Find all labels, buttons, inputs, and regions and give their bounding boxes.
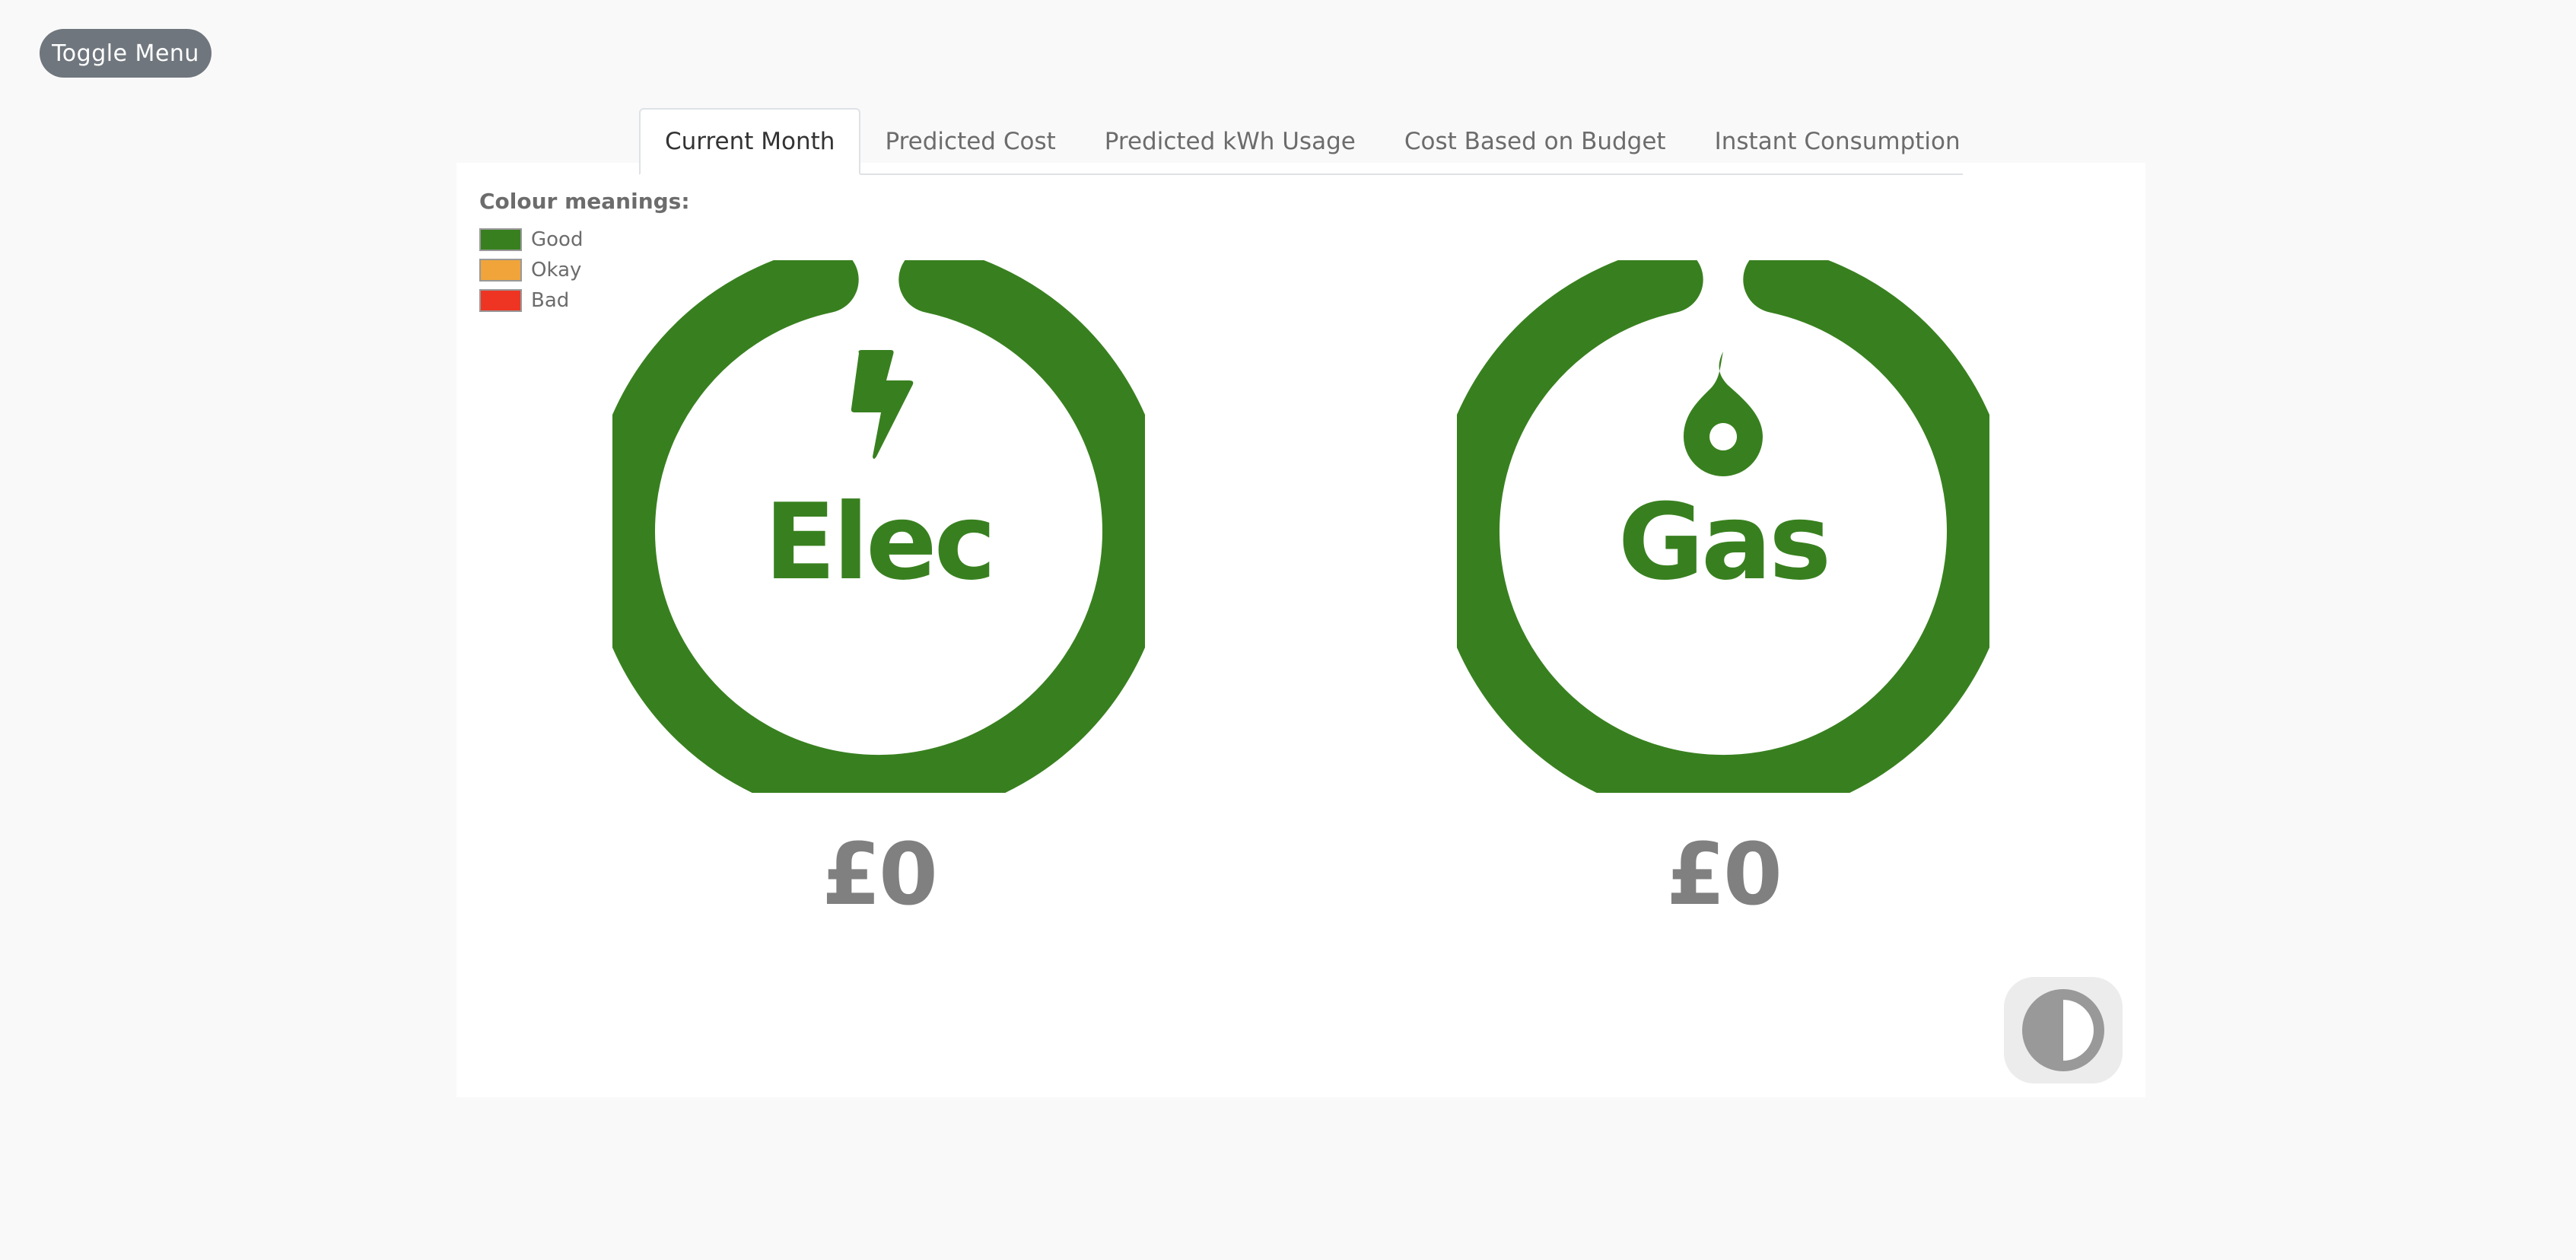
- legend-swatch-bad: [479, 289, 522, 312]
- legend-label-good: Good: [531, 228, 584, 251]
- gas-gauge-label: Gas: [1617, 481, 1832, 603]
- legend-label-bad: Bad: [531, 289, 570, 312]
- legend-title: Colour meanings:: [479, 189, 690, 214]
- tab-bar: Current Month Predicted Cost Predicted k…: [639, 107, 1963, 175]
- toggle-menu-button[interactable]: Toggle Menu: [40, 29, 211, 78]
- contrast-toggle-icon: [2022, 989, 2104, 1071]
- elec-gauge: Elec: [612, 260, 1145, 793]
- legend-swatch-good: [479, 228, 522, 251]
- elec-gauge-label: Elec: [764, 481, 997, 603]
- legend-swatch-okay: [479, 259, 522, 282]
- tab-predicted-kwh-usage[interactable]: Predicted kWh Usage: [1080, 110, 1380, 173]
- tab-instant-consumption[interactable]: Instant Consumption: [1690, 110, 1985, 173]
- tab-current-month[interactable]: Current Month: [639, 108, 861, 175]
- gas-amount: £0: [1666, 826, 1783, 924]
- contrast-toggle-button[interactable]: [2004, 977, 2123, 1083]
- elec-amount: £0: [822, 826, 938, 924]
- tab-predicted-cost[interactable]: Predicted Cost: [860, 110, 1080, 173]
- tab-cost-based-on-budget[interactable]: Cost Based on Budget: [1380, 110, 1690, 173]
- gas-gauge: Gas: [1457, 260, 1989, 793]
- legend-label-okay: Okay: [531, 259, 582, 282]
- legend-item-good: Good: [479, 224, 690, 255]
